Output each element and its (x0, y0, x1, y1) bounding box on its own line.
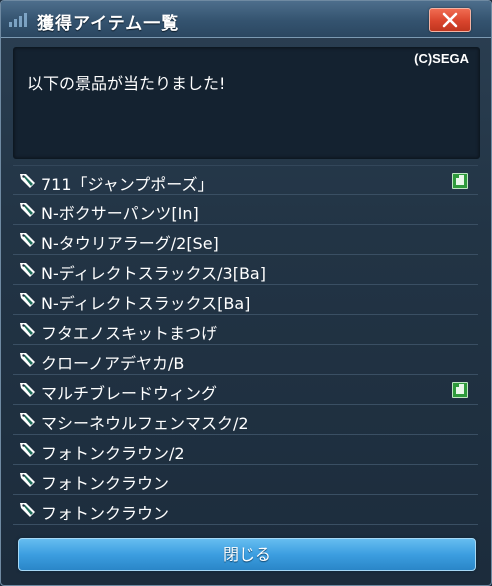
item-list-window: 獲得アイテム一覧 (C)SEGA 以下の景品が当たりました! 711「ジャンプポ… (0, 0, 492, 586)
tag-icon (20, 443, 35, 457)
tag-icon (20, 174, 35, 188)
tag-icon (20, 263, 35, 277)
list-item[interactable]: N-タウリアラーグ/2[Se] (13, 225, 478, 255)
list-item[interactable]: マシーネウルフェンマスク/2 (13, 405, 478, 435)
copyright-text: (C)SEGA (414, 51, 469, 66)
item-label: マルチブレードウィング (41, 384, 218, 403)
list-item[interactable]: フォトンクラウン (13, 465, 478, 495)
list-item[interactable]: N-ボクサーパンツ[In] (13, 195, 478, 225)
item-label: フォトンクラウン/2 (41, 444, 185, 463)
item-label: マシーネウルフェンマスク/2 (41, 414, 249, 433)
item-label: 711「ジャンプポーズ」 (41, 175, 214, 194)
list-item[interactable]: 711「ジャンプポーズ」 (13, 165, 478, 195)
tag-icon (20, 383, 35, 397)
item-label: N-ディレクトスラックス/3[Ba] (41, 264, 266, 283)
tag-icon (20, 233, 35, 247)
window-title: 獲得アイテム一覧 (37, 14, 180, 34)
x-icon (442, 12, 458, 28)
message-text: 以下の景品が当たりました! (27, 74, 226, 93)
tag-icon (20, 323, 35, 337)
close-window-button[interactable] (429, 8, 471, 32)
item-label: N-ボクサーパンツ[In] (41, 204, 199, 223)
list-item[interactable]: フタエノスキットまつげ (13, 315, 478, 345)
item-label: N-タウリアラーグ/2[Se] (41, 234, 219, 253)
item-pack-icon (452, 382, 468, 398)
item-list: 711「ジャンプポーズ」 N-ボクサーパンツ[In] N-タウリアラーグ/2[S… (13, 165, 478, 525)
item-label: フォトンクラウン (41, 504, 170, 523)
item-pack-icon (452, 173, 468, 189)
list-item[interactable]: N-ディレクトスラックス[Ba] (13, 285, 478, 315)
item-label: フタエノスキットまつげ (41, 324, 218, 343)
tag-icon (20, 413, 35, 427)
tag-icon (20, 473, 35, 487)
tag-icon (20, 203, 35, 217)
item-label: クローノアデヤカ/B (41, 354, 185, 373)
list-item[interactable]: フォトンクラウン (13, 495, 478, 525)
tag-icon (20, 503, 35, 517)
close-button[interactable]: 閉じる (18, 538, 476, 571)
list-item[interactable]: N-ディレクトスラックス/3[Ba] (13, 255, 478, 285)
list-item[interactable]: クローノアデヤカ/B (13, 345, 478, 375)
list-item[interactable]: フォトンクラウン/2 (13, 435, 478, 465)
item-label: N-ディレクトスラックス[Ba] (41, 294, 251, 313)
list-item[interactable]: マルチブレードウィング (13, 375, 478, 405)
signal-bars-icon (9, 13, 27, 27)
message-panel: (C)SEGA 以下の景品が当たりました! (13, 47, 480, 159)
item-label: フォトンクラウン (41, 474, 170, 493)
title-bar: 獲得アイテム一覧 (1, 1, 491, 38)
tag-icon (20, 293, 35, 307)
tag-icon (20, 353, 35, 367)
